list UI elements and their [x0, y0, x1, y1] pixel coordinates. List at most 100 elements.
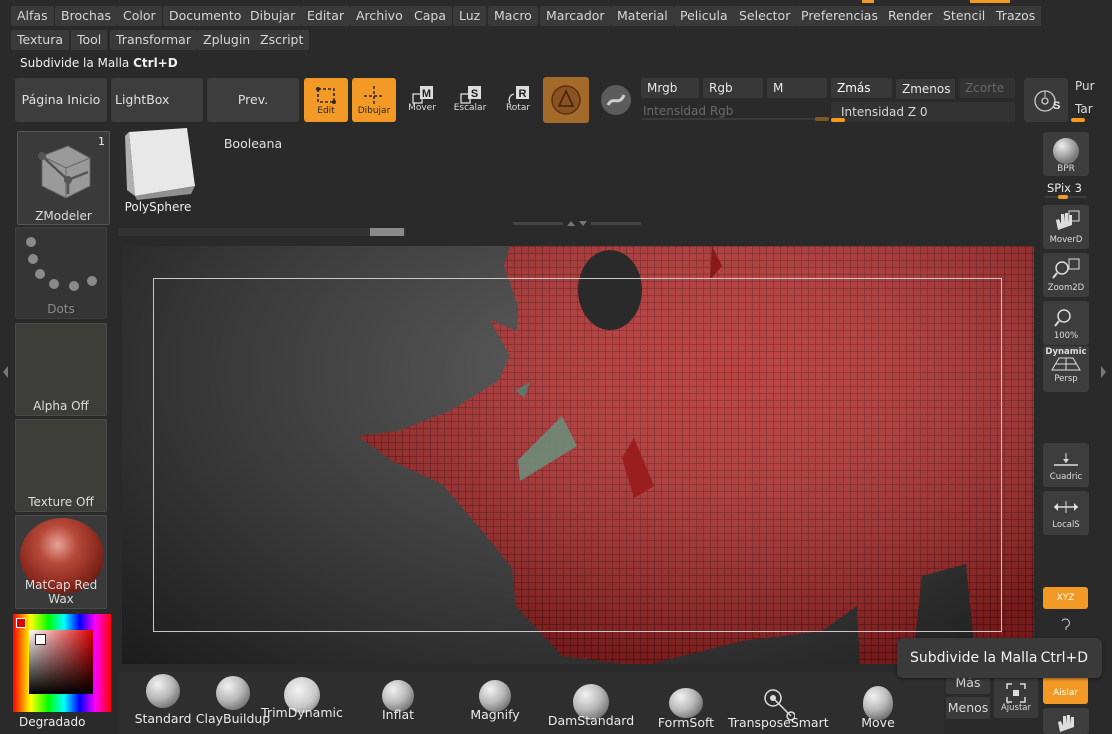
- m-button[interactable]: M: [767, 78, 827, 98]
- move-label: Mover: [408, 103, 436, 113]
- menu-render[interactable]: Render: [882, 6, 939, 26]
- color-cursor[interactable]: [35, 634, 46, 645]
- current-tool-tile[interactable]: 1 ZModeler: [17, 131, 110, 225]
- brush-trimdynamic[interactable]: TrimDynamic: [261, 672, 343, 732]
- draw-button[interactable]: Dibujar: [352, 78, 396, 122]
- brush-transposesmart[interactable]: TransposeSmart: [728, 672, 829, 732]
- gradient-label[interactable]: Degradado: [19, 715, 85, 729]
- zoom100-button[interactable]: 100%: [1043, 301, 1089, 345]
- boolean-preview-button[interactable]: Prev. Booleana: [207, 78, 299, 151]
- less-button[interactable]: Menos: [946, 697, 990, 719]
- menu-alfas[interactable]: Alfas: [11, 6, 54, 26]
- spix-handle[interactable]: [1058, 195, 1068, 199]
- tooltip: Subdivide la Malla Ctrl+D: [897, 638, 1102, 678]
- menu-dibujar[interactable]: Dibujar: [244, 6, 302, 26]
- z-intensity-value: 0: [919, 105, 928, 119]
- local-button[interactable]: LocalS: [1043, 491, 1089, 535]
- brush-move[interactable]: Move: [852, 672, 904, 732]
- pur-label[interactable]: Pur: [1075, 79, 1095, 93]
- menu-zplugin[interactable]: Zplugin: [197, 30, 257, 50]
- menu-material[interactable]: Material: [611, 6, 674, 26]
- menu-archivo[interactable]: Archivo: [350, 6, 409, 26]
- zsub-button[interactable]: Zmenos: [896, 79, 955, 99]
- brush-damstandard[interactable]: DamStandard: [548, 672, 634, 732]
- tooltip-shortcut: Ctrl+D: [1040, 650, 1088, 666]
- menu-luz[interactable]: Luz: [453, 6, 487, 26]
- fit-button[interactable]: Ajustar: [994, 672, 1038, 718]
- xyz-button[interactable]: XYZ: [1043, 587, 1088, 609]
- shelf-toggle[interactable]: [513, 216, 641, 226]
- persp-button[interactable]: Dynamic Persp: [1043, 346, 1089, 392]
- menu-tool[interactable]: Tool: [71, 30, 108, 50]
- menu-transformar[interactable]: Transformar: [110, 30, 197, 50]
- z-intensity-slider[interactable]: Intensidad Z 0: [831, 102, 1015, 122]
- menu-selector[interactable]: Selector: [733, 6, 797, 26]
- rotate-button[interactable]: R Rotar: [496, 78, 540, 122]
- brush-label: TransposeSmart: [728, 715, 829, 730]
- menu-textura[interactable]: Textura: [11, 30, 70, 50]
- move-button[interactable]: M Mover: [400, 78, 444, 122]
- rgb-button[interactable]: Rgb: [703, 78, 763, 98]
- menu-editar[interactable]: Editar: [301, 6, 351, 26]
- brush-inflat[interactable]: Inflat: [369, 672, 427, 732]
- tar-slider-handle[interactable]: [1071, 118, 1085, 122]
- menu-brochas[interactable]: Brochas: [55, 6, 118, 26]
- z-intensity-handle[interactable]: [831, 118, 845, 122]
- zoom100-label: 100%: [1053, 331, 1079, 341]
- left-tray-toggle[interactable]: [2, 365, 9, 379]
- status-hint: Subdivide la Malla Ctrl+D: [20, 56, 178, 70]
- xyz-label: XYZ: [1056, 593, 1075, 603]
- alpha-tile[interactable]: Alpha Off: [15, 323, 107, 416]
- lightbox-button[interactable]: LightBox: [111, 78, 203, 122]
- rgb-intensity-handle[interactable]: [815, 117, 829, 121]
- edit-button[interactable]: Edit: [304, 78, 348, 122]
- right-tray-toggle[interactable]: [1100, 365, 1107, 379]
- brush-claybuildup[interactable]: ClayBuildup: [196, 672, 270, 732]
- zoom-icon: [1052, 258, 1080, 279]
- menu-capa[interactable]: Capa: [408, 6, 452, 26]
- subtool-polysphere[interactable]: PolySphere: [118, 126, 198, 216]
- transp-button[interactable]: [1043, 708, 1089, 734]
- material-tile[interactable]: MatCap Red Wax: [15, 515, 107, 609]
- color-picker[interactable]: [13, 614, 111, 712]
- brush-formsoft[interactable]: FormSoft: [656, 672, 716, 732]
- zoom2d-button[interactable]: Zoom2D: [1043, 253, 1089, 297]
- stroke-tile[interactable]: Dots: [15, 227, 107, 319]
- material-switch-button[interactable]: [543, 77, 589, 123]
- floor-button[interactable]: Cuadric: [1043, 443, 1089, 487]
- menu-color[interactable]: Color: [117, 6, 162, 26]
- rotate-y-toggle[interactable]: [1059, 616, 1073, 630]
- zcut-button[interactable]: Zcorte: [959, 78, 1015, 98]
- move2d-button[interactable]: MoverD: [1043, 205, 1089, 249]
- isolate-label: Aislar: [1052, 688, 1079, 698]
- tar-label[interactable]: Tar: [1075, 102, 1093, 116]
- menu-stencil[interactable]: Stencil: [937, 6, 992, 26]
- menu-zscript[interactable]: Zscript: [254, 30, 310, 50]
- rgb-intensity-slider[interactable]: Intensidad Rgb: [641, 101, 829, 121]
- brush-magnify[interactable]: Magnify: [465, 672, 525, 732]
- spotlight-button[interactable]: S: [1024, 78, 1068, 122]
- main-color-swatch[interactable]: [16, 618, 26, 628]
- bpr-sphere-icon: [1053, 138, 1079, 164]
- hand-icon: [1056, 210, 1080, 230]
- menu-macro[interactable]: Macro: [488, 6, 538, 26]
- menu-trazos[interactable]: Trazos: [990, 6, 1042, 26]
- scale-button[interactable]: S Escalar: [448, 78, 492, 122]
- home-page-button[interactable]: Página Inicio: [15, 78, 107, 122]
- bpr-button[interactable]: BPR: [1043, 132, 1089, 176]
- orange-marker: [970, 0, 1010, 3]
- subtool-name: PolySphere: [124, 200, 192, 214]
- formsoft-brush-icon: [669, 688, 703, 718]
- spix-control[interactable]: SPix 3: [1047, 181, 1082, 195]
- collapse-arrows-icon: [513, 221, 641, 226]
- subtool-scrollbar[interactable]: [118, 228, 406, 236]
- menu-pelicula[interactable]: Pelicula: [674, 6, 734, 26]
- menu-marcador[interactable]: Marcador: [540, 6, 611, 26]
- texture-tile[interactable]: Texture Off: [15, 419, 107, 512]
- mrgb-button[interactable]: Mrgb: [641, 78, 699, 98]
- menu-preferencias[interactable]: Preferencias: [795, 6, 884, 26]
- zadd-button[interactable]: Zmás: [831, 78, 892, 98]
- sculpt-sphere-button[interactable]: [594, 78, 638, 122]
- subtool-scroll-thumb[interactable]: [370, 228, 404, 236]
- menu-documento[interactable]: Documento: [163, 6, 248, 26]
